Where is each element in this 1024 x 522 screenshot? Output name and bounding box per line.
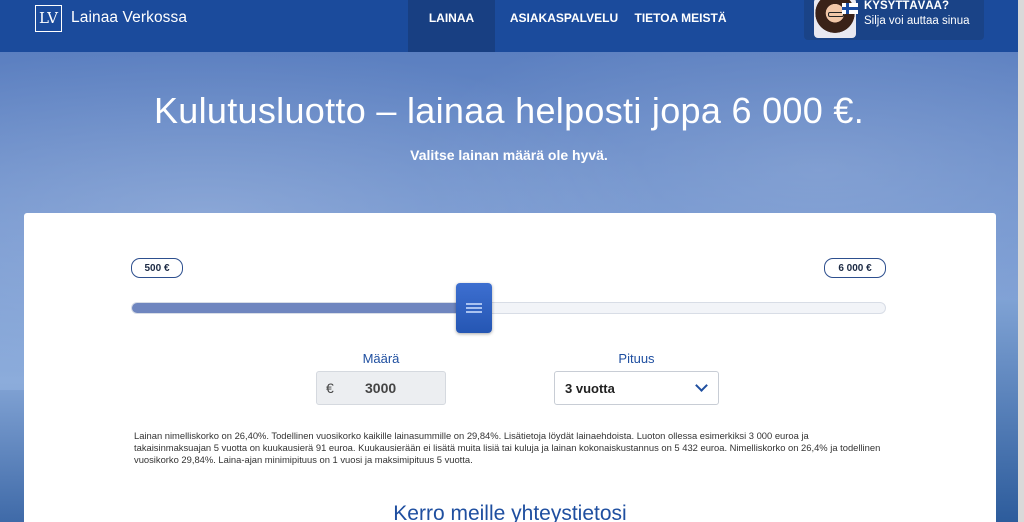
max-amount-badge: 6 000 € [824, 258, 886, 278]
help-subtitle: Silja voi auttaa sinua [864, 15, 970, 27]
help-chat-button[interactable]: KYSYTTÄVÄÄ? Silja voi auttaa sinua [804, 0, 984, 40]
page-subtitle: Valitse lainan määrä ole hyvä. [410, 147, 608, 163]
amount-input[interactable]: 3000 [365, 380, 425, 396]
help-title: KYSYTTÄVÄÄ? [864, 0, 949, 12]
euro-icon: € [326, 380, 334, 396]
logo-mark: LV [35, 4, 62, 32]
site-header: LV Lainaa Verkossa LAINAA ASIAKASPALVELU… [0, 0, 1024, 52]
amount-slider-handle[interactable] [456, 283, 492, 333]
amount-slider-track[interactable] [131, 302, 886, 314]
duration-selected-value: 3 vuotta [565, 381, 615, 396]
duration-label: Pituus [618, 351, 655, 366]
grip-line [466, 307, 482, 309]
duration-select[interactable]: 3 vuotta [554, 371, 719, 405]
amount-field[interactable]: € 3000 [316, 371, 446, 405]
logo[interactable]: LV Lainaa Verkossa [35, 4, 188, 32]
grip-line [466, 303, 482, 305]
page-title: Kulutusluotto – lainaa helposti jopa 6 0… [153, 90, 864, 131]
finland-flag-icon [842, 3, 858, 14]
contact-section-title: Kerro meille yhteystietosi [393, 502, 627, 522]
nav-item-asiakaspalvelu[interactable]: ASIAKASPALVELU [495, 0, 633, 52]
nav-item-lainaa[interactable]: LAINAA [408, 0, 495, 52]
amount-slider-fill [132, 303, 475, 313]
grip-line [466, 311, 482, 313]
chevron-down-icon [695, 379, 708, 392]
amount-label: Määrä [362, 351, 400, 366]
loan-terms-disclaimer: Lainan nimelliskorko on 26,40%. Todellin… [134, 430, 881, 465]
min-amount-badge: 500 € [131, 258, 183, 278]
logo-text: Lainaa Verkossa [71, 9, 188, 26]
nav-item-tietoa-meista[interactable]: TIETOA MEISTÄ [633, 0, 728, 52]
loan-calculator-card: 500 € 6 000 € Määrä Pituus € 3000 3 vuot… [24, 213, 996, 522]
scrollbar[interactable] [1018, 0, 1024, 522]
main-nav: LAINAA ASIAKASPALVELU TIETOA MEISTÄ [408, 0, 728, 52]
